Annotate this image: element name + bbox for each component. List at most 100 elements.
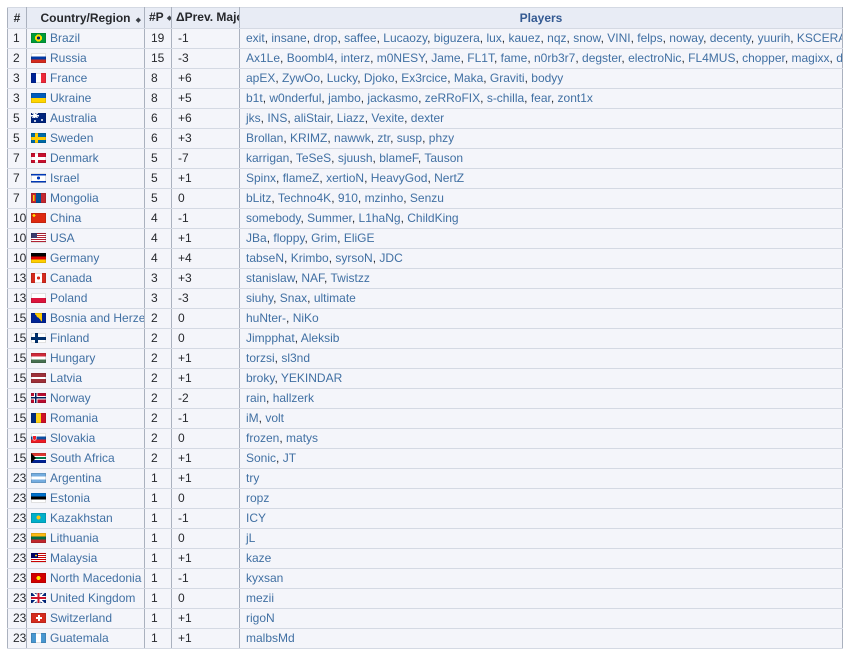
country-link[interactable]: Brazil (50, 31, 80, 45)
player-link[interactable]: kauez (508, 31, 540, 45)
player-link[interactable]: Brollan (246, 131, 283, 145)
player-link[interactable]: flameZ (283, 171, 320, 185)
player-link[interactable]: ztr (377, 131, 390, 145)
player-link[interactable]: Liazz (337, 111, 365, 125)
player-link[interactable]: kyxsan (246, 571, 283, 585)
player-link[interactable]: sjuush (338, 151, 373, 165)
player-link[interactable]: Twistzz (331, 271, 370, 285)
country-link[interactable]: Guatemala (50, 631, 109, 645)
player-link[interactable]: Sonic (246, 451, 276, 465)
player-link[interactable]: tabseN (246, 251, 284, 265)
player-link[interactable]: degster (582, 51, 621, 65)
country-link[interactable]: Israel (50, 171, 79, 185)
player-link[interactable]: electroNic (628, 51, 681, 65)
player-link[interactable]: Lucaozy (383, 31, 427, 45)
player-link[interactable]: jambo (328, 91, 361, 105)
player-link[interactable]: ICY (246, 511, 266, 525)
country-link[interactable]: France (50, 71, 87, 85)
player-link[interactable]: L1haNg (359, 211, 401, 225)
player-link[interactable]: Snax (280, 291, 307, 305)
player-link[interactable]: NertZ (434, 171, 464, 185)
player-link[interactable]: Senzu (410, 191, 444, 205)
player-link[interactable]: Jimpphat (246, 331, 295, 345)
country-link[interactable]: Canada (50, 271, 92, 285)
player-link[interactable]: JDC (379, 251, 402, 265)
player-link[interactable]: n0rb3r7 (534, 51, 575, 65)
player-link[interactable]: jks (246, 111, 261, 125)
player-link[interactable]: JBa (246, 231, 267, 245)
player-link[interactable]: KRIMZ (290, 131, 327, 145)
country-link[interactable]: China (50, 211, 81, 225)
player-link[interactable]: ZywOo (282, 71, 320, 85)
player-link[interactable]: syrsoN (335, 251, 372, 265)
player-link[interactable]: YEKINDAR (281, 371, 342, 385)
player-link[interactable]: karrigan (246, 151, 289, 165)
player-link[interactable]: drop (313, 31, 337, 45)
player-link[interactable]: stanislaw (246, 271, 295, 285)
player-link[interactable]: decenty (710, 31, 751, 45)
country-link[interactable]: Slovakia (50, 431, 95, 445)
player-link[interactable]: nqz (547, 31, 566, 45)
player-link[interactable]: mzinho (365, 191, 404, 205)
country-link[interactable]: Argentina (50, 471, 101, 485)
player-link[interactable]: noway (669, 31, 703, 45)
player-link[interactable]: dexter (411, 111, 444, 125)
player-link[interactable]: ropz (246, 491, 269, 505)
player-link[interactable]: Ex3rcice (401, 71, 447, 85)
player-link[interactable]: Vexite (371, 111, 404, 125)
player-link[interactable]: Grim (311, 231, 337, 245)
player-link[interactable]: blameF (379, 151, 418, 165)
country-link[interactable]: Kazakhstan (50, 511, 113, 525)
player-link[interactable]: zeRRoFIX (425, 91, 480, 105)
column-header-player-count[interactable]: #P◆ (145, 8, 172, 29)
player-link[interactable]: Djoko (364, 71, 395, 85)
player-link[interactable]: Ax1Le (246, 51, 280, 65)
country-link[interactable]: Australia (50, 111, 97, 125)
country-link[interactable]: Norway (50, 391, 91, 405)
player-link[interactable]: FL1T (467, 51, 494, 65)
player-link[interactable]: bodyy (531, 71, 563, 85)
player-link[interactable]: volt (265, 411, 284, 425)
player-link[interactable]: magixx (792, 51, 830, 65)
player-link[interactable]: Krimbo (291, 251, 329, 265)
country-link[interactable]: South Africa (50, 451, 115, 465)
player-link[interactable]: sl3nd (281, 351, 310, 365)
player-link[interactable]: TeSeS (296, 151, 331, 165)
player-link[interactable]: snow (573, 31, 600, 45)
player-link[interactable]: VINI (607, 31, 630, 45)
player-link[interactable]: try (246, 471, 259, 485)
player-link[interactable]: Jame (431, 51, 460, 65)
player-link[interactable]: mezii (246, 591, 274, 605)
player-link[interactable]: m0NESY (377, 51, 425, 65)
country-link[interactable]: United Kingdom (50, 591, 135, 605)
player-link[interactable]: frozen (246, 431, 279, 445)
player-link[interactable]: susp (397, 131, 422, 145)
country-link[interactable]: Russia (50, 51, 87, 65)
player-link[interactable]: donk (836, 51, 842, 65)
country-link[interactable]: Romania (50, 411, 98, 425)
player-link[interactable]: saffee (344, 31, 376, 45)
player-link[interactable]: zont1x (558, 91, 593, 105)
player-link[interactable]: xertioN (326, 171, 364, 185)
player-link[interactable]: JT (283, 451, 296, 465)
country-link[interactable]: Mongolia (50, 191, 99, 205)
player-link[interactable]: insane (271, 31, 306, 45)
player-link[interactable]: bLitz (246, 191, 271, 205)
country-link[interactable]: Switzerland (50, 611, 112, 625)
player-link[interactable]: jL (246, 531, 255, 545)
player-link[interactable]: matys (286, 431, 318, 445)
column-header-delta-prev-major[interactable]: ΔPrev. Major◆ (172, 8, 240, 29)
country-link[interactable]: Germany (50, 251, 99, 265)
player-link[interactable]: malbsMd (246, 631, 295, 645)
country-link[interactable]: Hungary (50, 351, 95, 365)
sort-icon[interactable]: ◆ (136, 14, 141, 27)
player-link[interactable]: chopper (742, 51, 785, 65)
player-link[interactable]: fame (501, 51, 528, 65)
player-link[interactable]: fear (531, 91, 551, 105)
country-link[interactable]: USA (50, 231, 75, 245)
player-link[interactable]: aliStair (294, 111, 330, 125)
player-link[interactable]: s-chilla (487, 91, 524, 105)
player-link[interactable]: rain (246, 391, 266, 405)
player-link[interactable]: Graviti (490, 71, 525, 85)
country-link[interactable]: Malaysia (50, 551, 97, 565)
